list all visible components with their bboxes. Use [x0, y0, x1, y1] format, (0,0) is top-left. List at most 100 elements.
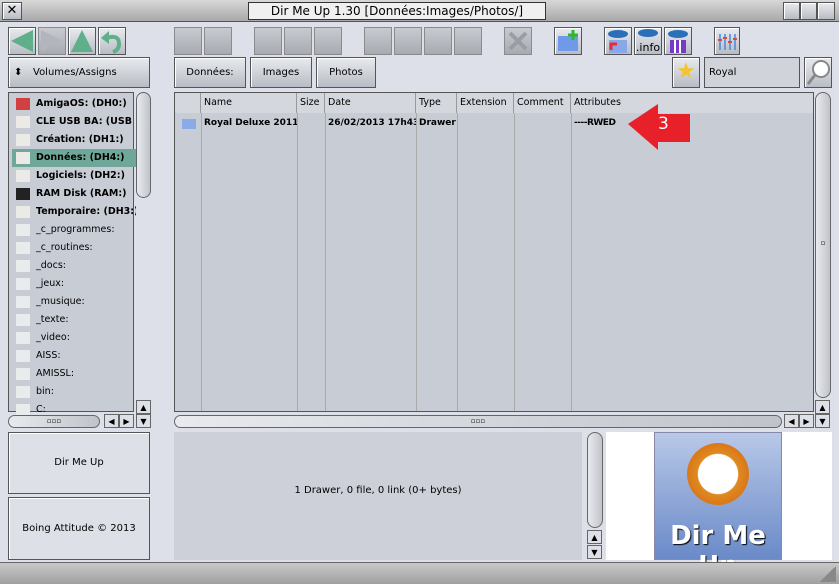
column-header-icon[interactable]: [175, 93, 201, 113]
volume-item[interactable]: _c_routines:: [12, 239, 136, 257]
file-row[interactable]: Royal Deluxe 2011 26/02/2013 17h43 Drawe…: [175, 114, 813, 132]
volume-item[interactable]: Création: (DH1:): [12, 131, 136, 149]
scroll-up-button[interactable]: ▲: [136, 400, 151, 414]
file-scroll-down-button[interactable]: ▼: [815, 414, 830, 428]
rename-icon[interactable]: [364, 27, 392, 55]
parent-button[interactable]: [68, 27, 96, 55]
forward-button[interactable]: [38, 27, 66, 55]
volume-item[interactable]: _texte:: [12, 311, 136, 329]
search-button[interactable]: [804, 57, 832, 88]
scroll-down-button[interactable]: ▼: [136, 414, 151, 428]
sliders-icon: [718, 34, 737, 50]
iconify-button[interactable]: [783, 2, 800, 20]
move-icon[interactable]: [284, 27, 312, 55]
volume-item[interactable]: bin:: [12, 383, 136, 401]
file-vscroll-knob[interactable]: ▫: [815, 92, 831, 398]
path-button-donnees[interactable]: Données:: [174, 57, 246, 88]
volume-item[interactable]: CLE USB BA: (USB: [12, 113, 136, 131]
volume-label: _texte:: [36, 314, 69, 325]
file-hscroll-knob[interactable]: ▫▫▫: [174, 415, 782, 428]
column-header-extension[interactable]: Extension: [457, 93, 514, 113]
file-scroll-up-button[interactable]: ▲: [815, 400, 830, 414]
volumes-list[interactable]: AmigaOS: (DH0:) CLE USB BA: (USB Création:…: [8, 92, 136, 416]
volume-item[interactable]: Données: (DH4:): [12, 149, 136, 167]
scroll-right-button[interactable]: ▶: [119, 414, 134, 428]
annotation-number: 3: [658, 114, 669, 134]
hard-disk-icon: [16, 170, 30, 182]
view-all-button[interactable]: [664, 27, 692, 55]
volume-item[interactable]: AISS:: [12, 347, 136, 365]
column-header-comment[interactable]: Comment: [514, 93, 571, 113]
column-header-date[interactable]: Date: [325, 93, 416, 113]
window-title: Dir Me Up 1.30 [Données:Images/Photos/]: [248, 2, 546, 20]
depth-button[interactable]: [817, 2, 835, 20]
settings-button[interactable]: [714, 27, 740, 55]
volume-item[interactable]: _musique:: [12, 293, 136, 311]
status-vscroll-knob[interactable]: [587, 432, 603, 528]
volume-item[interactable]: Logiciels: (DH2:): [12, 167, 136, 185]
ram-disk-icon: [16, 188, 30, 200]
volume-item[interactable]: _c_programmes:: [12, 221, 136, 239]
assign-icon: [16, 242, 30, 254]
search-replace-icon[interactable]: [204, 27, 232, 55]
status-scroll-up-button[interactable]: ▲: [587, 530, 602, 544]
back-button[interactable]: [8, 27, 36, 55]
assign-icon: [16, 314, 30, 326]
back-arrow-icon: [11, 30, 33, 52]
view-info-button[interactable]: .info: [634, 27, 662, 55]
volume-item[interactable]: AmigaOS: (DH0:): [12, 95, 136, 113]
status-scroll-down-button[interactable]: ▼: [587, 545, 602, 559]
volume-label: _c_programmes:: [36, 224, 115, 235]
volumes-assigns-selector[interactable]: ⬍ Volumes/Assigns: [8, 57, 150, 88]
comment-icon[interactable]: [394, 27, 422, 55]
volume-item[interactable]: Temporaire: (DH3:): [12, 203, 136, 221]
column-header-size[interactable]: Size: [297, 93, 325, 113]
star-icon: ★: [676, 59, 696, 84]
path-button-images[interactable]: Images: [250, 57, 312, 88]
volume-item[interactable]: AMISSL:: [12, 365, 136, 383]
protect-icon[interactable]: [424, 27, 452, 55]
assign-icon: [16, 224, 30, 236]
volume-item[interactable]: RAM Disk (RAM:): [12, 185, 136, 203]
filter-input[interactable]: Royal: [704, 57, 800, 88]
close-button[interactable]: ✕: [2, 2, 22, 20]
scroll-left-button[interactable]: ◀: [104, 414, 119, 428]
volumes-vscroll-knob[interactable]: [136, 92, 151, 198]
favorite-star-button[interactable]: ★: [672, 57, 700, 88]
file-list[interactable]: Name Size Date Type Extension Comment At…: [174, 92, 814, 412]
undo-button[interactable]: [98, 27, 126, 55]
file-scroll-right-button[interactable]: ▶: [799, 414, 814, 428]
title-bar: ✕ Dir Me Up 1.30 [Données:Images/Photos/…: [0, 0, 839, 22]
column-header-type[interactable]: Type: [416, 93, 457, 113]
volume-label: bin:: [36, 386, 54, 397]
volume-label: _video:: [36, 332, 70, 343]
volume-item[interactable]: _docs:: [12, 257, 136, 275]
path-button-photos[interactable]: Photos: [316, 57, 376, 88]
resize-handle[interactable]: [820, 566, 836, 582]
new-drawer-button[interactable]: [554, 27, 582, 55]
assign-icon: [16, 368, 30, 380]
file-scroll-left-button[interactable]: ◀: [784, 414, 799, 428]
drawer-icon: [182, 119, 196, 129]
volumes-hscroll-knob[interactable]: ▫▫▫: [8, 415, 100, 428]
column-header-name[interactable]: Name: [201, 93, 297, 113]
volume-item[interactable]: _jeux:: [12, 275, 136, 293]
status-area: 1 Drawer, 0 file, 0 link (0+ bytes): [174, 432, 582, 560]
archive-icon[interactable]: [454, 27, 482, 55]
zoom-button[interactable]: [800, 2, 817, 20]
assign-icon: [16, 332, 30, 344]
copyright-box: Boing Attitude © 2013: [8, 497, 150, 560]
assign-icon: [16, 350, 30, 362]
volume-item[interactable]: _video:: [12, 329, 136, 347]
copy-icon[interactable]: [254, 27, 282, 55]
column-header-attributes[interactable]: Attributes: [571, 93, 813, 113]
delete-icon[interactable]: [504, 27, 532, 55]
volume-label: Temporaire: (DH3:): [36, 206, 136, 217]
search-tool-icon[interactable]: [174, 27, 202, 55]
hard-disk-icon: [16, 134, 30, 146]
view-drawer-button[interactable]: [604, 27, 632, 55]
forward-arrow-icon: [41, 30, 63, 52]
eye-icon: [638, 29, 658, 37]
cut-icon[interactable]: [314, 27, 342, 55]
window-bottom-border: [0, 562, 839, 584]
